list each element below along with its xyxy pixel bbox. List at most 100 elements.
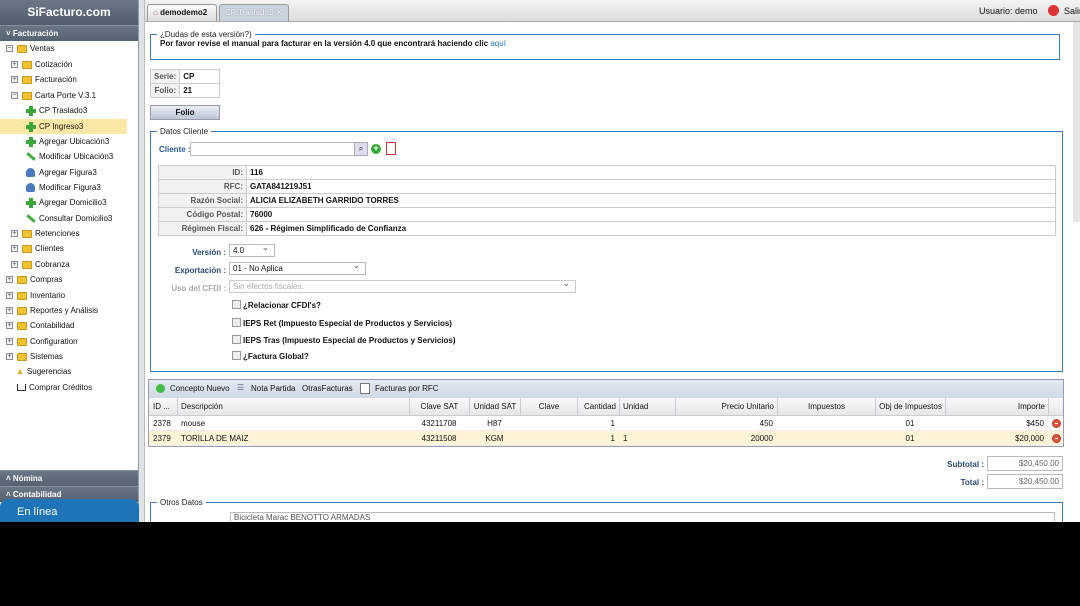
ieps-tras-checkbox[interactable] [232, 335, 241, 344]
pdf-icon[interactable] [386, 142, 396, 155]
section-facturacion[interactable]: ˅ Facturación [0, 25, 138, 41]
expander-icon[interactable]: + [6, 338, 13, 345]
delete-row-icon[interactable] [1052, 419, 1061, 428]
expander-icon[interactable]: + [11, 245, 18, 252]
sidebar-item[interactable]: Comprar Créditos [6, 380, 92, 395]
facturas-rfc-button[interactable]: Facturas por RFC [375, 384, 439, 393]
sidebar-item[interactable]: +Retenciones [11, 226, 79, 241]
expander-icon[interactable]: + [11, 61, 18, 68]
sidebar-item[interactable]: Modificar Figura3 [26, 180, 101, 195]
expander-icon[interactable]: + [6, 307, 13, 314]
folio-button[interactable]: Folio [150, 105, 220, 120]
sidebar-item-label: Agregar Domicilio3 [39, 198, 107, 207]
concepto-nuevo-button[interactable]: Concepto Nuevo [170, 384, 230, 393]
sidebar-item[interactable]: +Configuration [6, 334, 78, 349]
tab-cp-traslado3[interactable]: CP Traslado3 ✕ [219, 4, 289, 21]
expander-icon[interactable]: − [6, 45, 13, 52]
info-key: Razón Social: [159, 194, 247, 208]
column-header[interactable]: Impuestos [778, 398, 876, 415]
total-label: Total : [900, 478, 984, 487]
column-header[interactable]: Unidad SAT [470, 398, 521, 415]
search-icon[interactable]: ⌕ [354, 142, 368, 156]
sidebar-item[interactable]: Agregar Domicilio3 [26, 195, 107, 210]
expander-icon[interactable]: + [11, 261, 18, 268]
manual-link[interactable]: aquí [490, 39, 506, 48]
otros-datos-input[interactable]: Bicicleta Marac BENOTTO ARMADAS [230, 512, 1055, 522]
column-header[interactable]: Clave SAT [410, 398, 470, 415]
column-header[interactable]: Descripción [178, 398, 410, 415]
sidebar-splitter[interactable] [139, 0, 145, 522]
expander-icon[interactable]: + [6, 322, 13, 329]
sidebar-item[interactable]: CP Ingreso3 [0, 119, 127, 134]
exportacion-select[interactable]: 01 - No Aplica [229, 262, 366, 275]
section-label: Facturación [13, 29, 58, 38]
folder-icon [17, 276, 27, 284]
sidebar-item[interactable]: +Contabilidad [6, 318, 74, 333]
tab-demodemo2[interactable]: ⌂ demodemo2 [147, 4, 217, 21]
logout-link[interactable]: Salir [1064, 6, 1080, 16]
nota-partida-button[interactable]: Nota Partida [251, 384, 295, 393]
expander-icon[interactable]: + [6, 353, 13, 360]
column-header[interactable]: Unidad [620, 398, 676, 415]
sidebar-item[interactable]: +Facturación [11, 72, 77, 87]
sidebar-item[interactable]: +Compras [6, 272, 62, 287]
checkbox-label: ¿Factura Global? [243, 352, 309, 361]
column-header[interactable]: ID ... [150, 398, 178, 415]
info-row: RFC:GATA841219J51 [159, 180, 1056, 194]
sidebar-item[interactable]: +Cobranza [11, 257, 70, 272]
home-icon: ⌂ [153, 8, 158, 17]
expander-icon[interactable]: + [11, 76, 18, 83]
sidebar-item[interactable]: +Cotización [11, 57, 72, 72]
ieps-ret-checkbox[interactable] [232, 318, 241, 327]
table-cell: 1 [581, 431, 615, 446]
pencil-icon [26, 153, 36, 162]
sidebar-item[interactable]: + Reportes y Análisis [6, 303, 98, 318]
logout-icon[interactable] [1048, 5, 1059, 16]
sidebar-item[interactable]: +Sistemas [6, 349, 63, 364]
section-nomina[interactable]: ˄ Nómina [0, 470, 138, 486]
add-client-icon[interactable]: + [371, 144, 381, 154]
expander-icon[interactable]: − [11, 92, 18, 99]
expander-icon[interactable]: + [6, 276, 13, 283]
cart-icon [17, 384, 26, 391]
otras-facturas-button[interactable]: OtrasFacturas [302, 384, 353, 393]
sidebar-item[interactable]: +Inventario [6, 288, 65, 303]
sidebar-item[interactable]: Modificar Ubicación3 [26, 149, 113, 164]
sidebar-item[interactable]: CP Traslado3 [26, 103, 87, 118]
column-header[interactable]: Precio Unitario [676, 398, 778, 415]
cliente-input[interactable] [190, 142, 368, 156]
sidebar-item-label: Consultar Domicilio3 [39, 214, 112, 223]
sidebar-item[interactable]: +Clientes [11, 241, 64, 256]
plus-icon [26, 137, 36, 147]
serie-folio-table: Serie:CP Folio:21 [150, 69, 220, 98]
notice-text-body: Por favor revise el manual para facturar… [160, 39, 490, 48]
column-header[interactable]: Importe [946, 398, 1049, 415]
info-value: ALICIA ELIZABETH GARRIDO TORRES [247, 194, 1056, 208]
sidebar-item[interactable]: −Carta Porte V.3.1 [11, 88, 96, 103]
factura-global-checkbox[interactable] [232, 351, 241, 360]
scrollbar[interactable] [1073, 22, 1080, 222]
version-select[interactable]: 4.0 [229, 244, 275, 257]
client-info-table: ID:116RFC:GATA841219J51Razón Social:ALIC… [158, 165, 1056, 236]
info-key: ID: [159, 166, 247, 180]
sidebar-item-label: Reportes y Análisis [30, 306, 98, 315]
relacionar-checkbox[interactable] [232, 300, 241, 309]
close-icon[interactable]: ✕ [276, 8, 283, 17]
folder-icon [17, 45, 27, 53]
table-cell: 01 [879, 416, 941, 431]
sidebar-item[interactable]: Agregar Figura3 [26, 165, 97, 180]
uso-cfdi-select[interactable]: Sin efectos fiscales. [229, 280, 576, 293]
column-header[interactable]: Obj de Impuestos [876, 398, 946, 415]
expander-icon[interactable]: + [6, 292, 13, 299]
delete-row-icon[interactable] [1052, 434, 1061, 443]
sidebar-item[interactable]: ▲Sugerencias [6, 364, 71, 379]
serie-value: CP [180, 70, 220, 84]
info-row: ID:116 [159, 166, 1056, 180]
expander-icon[interactable]: + [11, 230, 18, 237]
column-header[interactable]: Cantidad [578, 398, 620, 415]
sidebar-item[interactable]: Consultar Domicilio3 [26, 211, 112, 226]
chat-online-button[interactable]: En línea [0, 499, 139, 522]
column-header[interactable]: Clave [521, 398, 578, 415]
sidebar-item[interactable]: Agregar Ubicación3 [26, 134, 109, 149]
sidebar-item[interactable]: −Ventas [6, 41, 54, 56]
